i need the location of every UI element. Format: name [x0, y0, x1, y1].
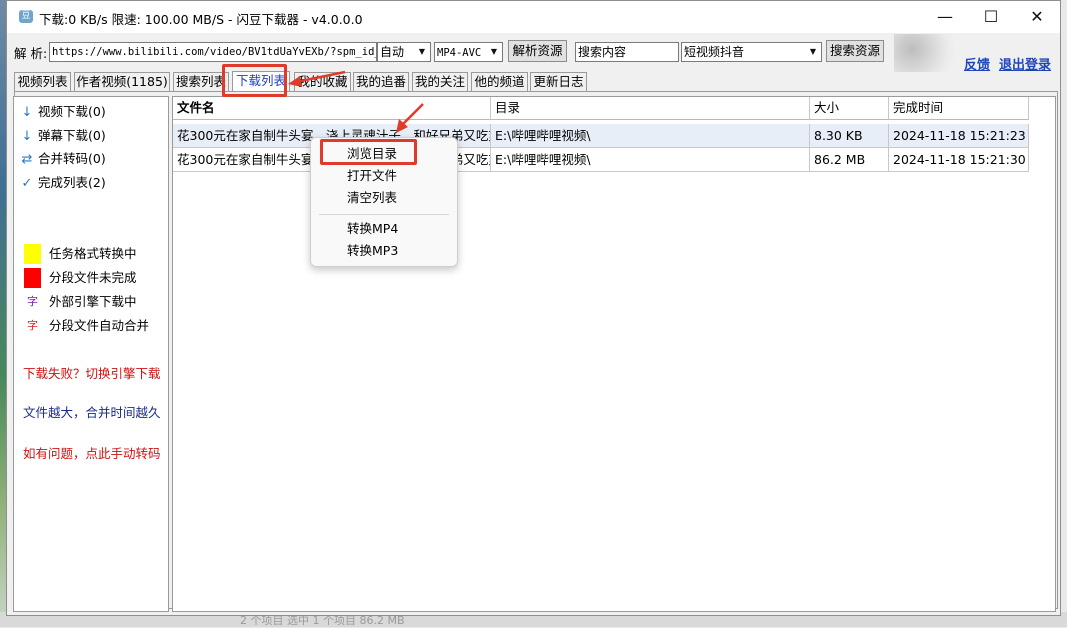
annotation-arrows — [288, 70, 424, 133]
annotation-arrow-menu — [400, 103, 424, 127]
annotation-arrow-tab — [295, 70, 346, 84]
arrowhead-icon — [288, 76, 302, 87]
